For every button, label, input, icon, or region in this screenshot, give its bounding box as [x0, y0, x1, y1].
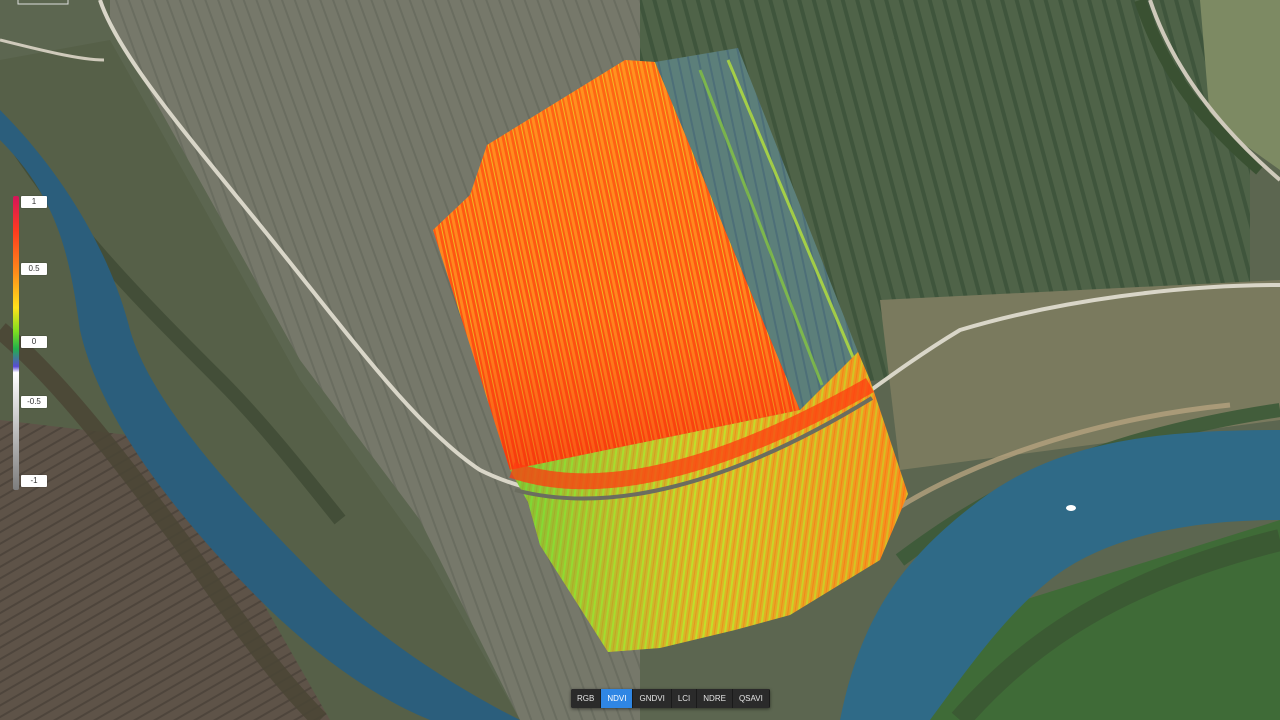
legend-tick: 0 — [21, 336, 47, 348]
legend-tick: -0.5 — [21, 396, 47, 408]
index-button-qsavi[interactable]: QSAVI — [732, 689, 770, 708]
index-button-rgb[interactable]: RGB — [571, 689, 602, 708]
index-toolbar: RGB NDVI GNDVI LCI NDRE QSAVI — [571, 689, 770, 708]
legend-tick: -1 — [21, 475, 47, 487]
legend-color-bar — [13, 196, 19, 490]
boat — [1066, 505, 1076, 511]
index-button-ndvi[interactable]: NDVI — [601, 689, 634, 708]
satellite-map[interactable] — [0, 0, 1280, 720]
index-button-lci[interactable]: LCI — [671, 689, 698, 708]
legend-tick: 1 — [21, 196, 47, 208]
index-button-ndre[interactable]: NDRE — [697, 689, 733, 708]
index-button-gndvi[interactable]: GNDVI — [633, 689, 672, 708]
legend-tick: 0.5 — [21, 263, 47, 275]
ndvi-legend: 1 0.5 0 -0.5 -1 — [10, 196, 50, 496]
